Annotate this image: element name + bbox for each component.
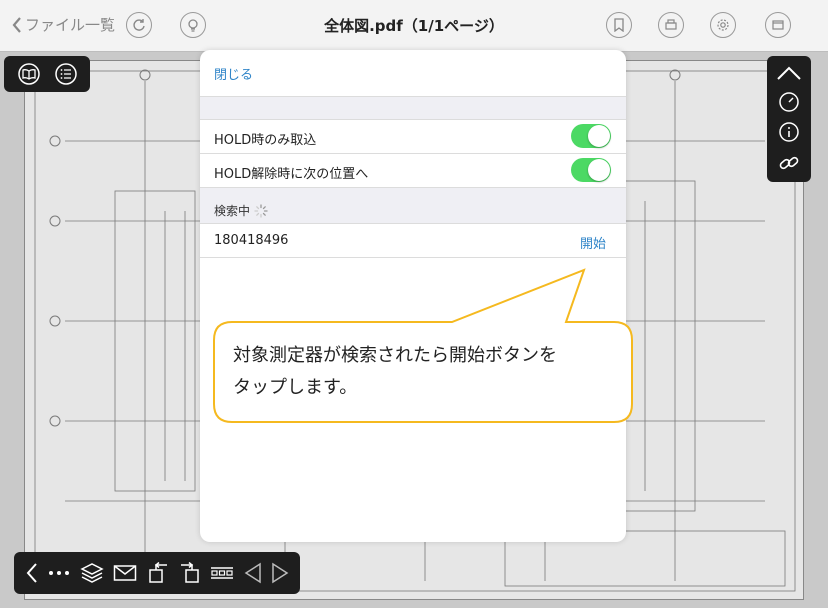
callout-text: 対象測定器が検索されたら開始ボタンを タップします。 xyxy=(233,340,623,404)
right-tool-palette xyxy=(767,56,811,182)
undo-button[interactable] xyxy=(147,562,169,584)
undo-icon xyxy=(149,562,167,583)
gauge-button[interactable] xyxy=(778,91,800,113)
page-title: 全体図.pdf（1/1ページ） xyxy=(324,17,504,35)
hold-release-toggle[interactable] xyxy=(571,158,611,182)
layers-button[interactable] xyxy=(80,562,104,584)
chevron-up-icon xyxy=(777,66,801,80)
info-button[interactable] xyxy=(778,121,800,143)
window-icon xyxy=(772,20,784,30)
panel-header: 閉じる xyxy=(200,50,626,97)
section-spacer xyxy=(200,97,626,120)
triangle-right-icon xyxy=(272,562,289,584)
collapse-button[interactable] xyxy=(776,64,802,82)
next-page-button[interactable] xyxy=(271,562,289,584)
columns-button[interactable] xyxy=(210,566,234,580)
setting-row-hold-release: HOLD解除時に次の位置へ xyxy=(200,154,626,188)
book-button[interactable] xyxy=(17,62,41,86)
gear-icon xyxy=(717,19,729,31)
callout-line-2: タップします。 xyxy=(233,377,358,398)
setting-label: HOLD時のみ取込 xyxy=(214,133,317,148)
list-button[interactable] xyxy=(54,62,78,86)
mail-icon xyxy=(114,565,137,581)
chevron-left-icon xyxy=(26,563,37,583)
bookmark-icon xyxy=(614,18,624,32)
device-id: 180418496 xyxy=(214,233,289,248)
redo-button[interactable] xyxy=(179,562,201,584)
more-button[interactable] xyxy=(48,570,70,576)
toggle-knob xyxy=(588,159,610,181)
mail-button[interactable] xyxy=(113,564,137,582)
setting-label: HOLD解除時に次の位置へ xyxy=(214,167,369,182)
link-button[interactable] xyxy=(777,152,801,174)
list-icon xyxy=(54,63,77,85)
searching-label: 検索中 xyxy=(214,204,251,218)
print-button[interactable] xyxy=(658,12,684,38)
settings-button[interactable] xyxy=(710,12,736,38)
device-row[interactable]: 180418496 開始 xyxy=(200,224,626,258)
book-icon xyxy=(17,63,40,85)
bottom-toolbar xyxy=(14,552,300,594)
hold-only-toggle[interactable] xyxy=(571,124,611,148)
window-button[interactable] xyxy=(765,12,791,38)
layers-icon xyxy=(80,563,104,583)
setting-row-hold-only: HOLD時のみ取込 xyxy=(200,120,626,154)
search-section-header: 検索中 xyxy=(200,188,626,224)
previous-page-button[interactable] xyxy=(244,562,262,584)
columns-icon xyxy=(211,567,234,579)
spinner-icon xyxy=(254,203,268,218)
triangle-left-icon xyxy=(244,562,261,584)
link-icon xyxy=(779,156,799,169)
toggle-knob xyxy=(588,125,610,147)
left-tool-palette xyxy=(4,56,90,92)
more-icon xyxy=(49,571,70,575)
callout-line-1: 対象測定器が検索されたら開始ボタンを xyxy=(233,345,557,366)
device-search-panel: 閉じる HOLD時のみ取込 HOLD解除時に次の位置へ 検索中 18041849… xyxy=(200,50,626,542)
gauge-icon xyxy=(779,92,799,112)
bookmark-button[interactable] xyxy=(606,12,632,38)
start-button[interactable]: 開始 xyxy=(580,233,606,252)
toolbar-back-button[interactable] xyxy=(25,562,39,584)
navigation-bar: ファイル一覧 全体図.pdf（1/1ページ） xyxy=(0,0,828,52)
printer-icon xyxy=(665,19,677,30)
redo-icon xyxy=(180,562,199,583)
close-button[interactable]: 閉じる xyxy=(214,64,253,83)
info-icon xyxy=(779,122,799,142)
